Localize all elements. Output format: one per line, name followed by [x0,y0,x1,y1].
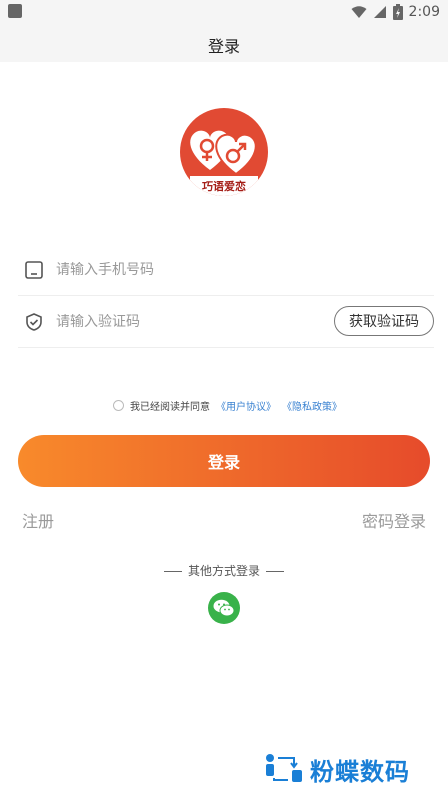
status-time: 2:09 [408,4,440,20]
status-right: 2:09 [351,2,440,22]
watermark-text: 粉蝶数码 [310,757,410,786]
wechat-icon [213,599,235,617]
phone-icon [22,258,46,282]
title-bar: 登录 [0,24,448,62]
divider-line-left [163,571,182,572]
wechat-login-button[interactable] [208,592,240,624]
divider-line-right [266,571,284,572]
page-title: 登录 [207,37,240,56]
phone-row [18,244,434,296]
app-logo: 巧语爱恋 [180,108,268,196]
wifi-icon [351,6,367,18]
user-agreement-link[interactable]: 《用户协议》 [216,398,276,413]
watermark: 粉蝶数码 [264,752,440,786]
login-button[interactable]: 登录 [18,435,430,487]
other-login-label: 其他方式登录 [187,564,260,578]
shield-icon [22,310,46,334]
battery-icon [392,4,403,20]
signal-icon [373,6,386,18]
agreement-radio[interactable] [113,399,124,411]
privacy-policy-link[interactable]: 《隐私政策》 [282,398,342,413]
logo-text: 巧语爱恋 [202,180,246,193]
notification-icon [8,4,22,18]
code-row: 获取验证码 [18,296,434,348]
status-bar: 2:09 [0,0,448,24]
other-login-divider: 其他方式登录 [0,562,448,579]
phone-input[interactable] [56,261,434,278]
watermark-logo-icon [266,754,302,782]
password-login-link[interactable]: 密码登录 [362,508,426,532]
agreement-text: 我已经阅读并同意 [130,401,210,413]
get-code-button[interactable]: 获取验证码 [334,306,434,336]
agreement: 我已经阅读并同意 《用户协议》 《隐私政策》 [113,398,353,413]
register-link[interactable]: 注册 [22,508,54,532]
